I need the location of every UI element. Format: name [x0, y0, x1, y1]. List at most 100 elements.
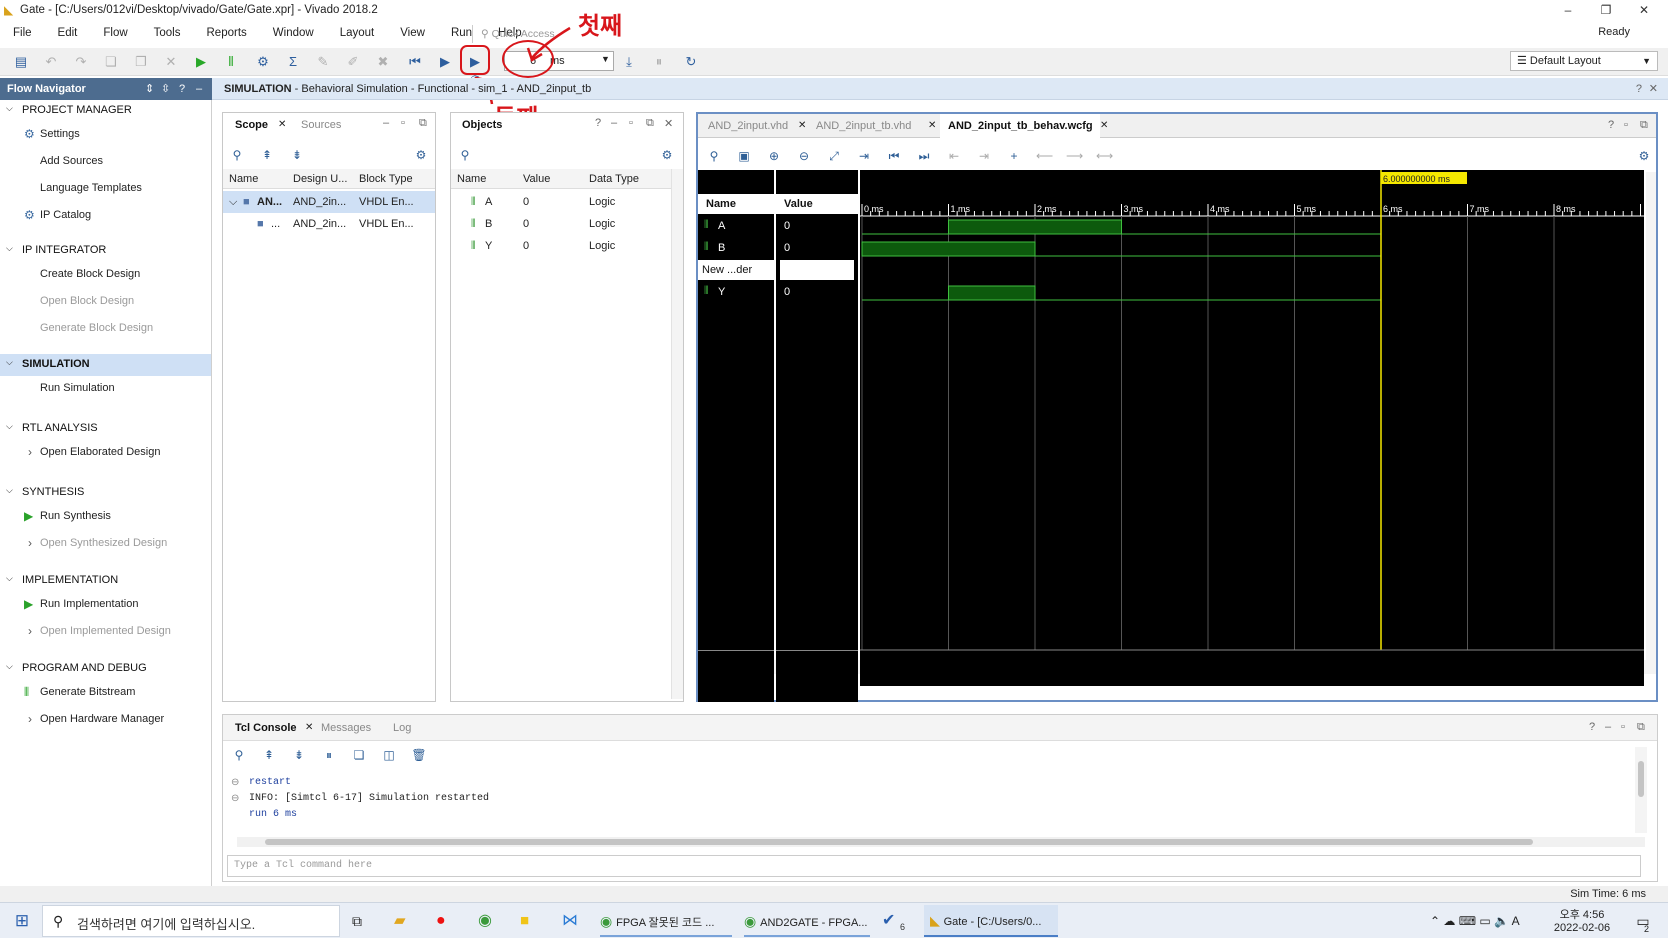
split-icon[interactable]: ◫ — [381, 747, 397, 763]
restart-sim-icon[interactable]: ⏮ — [406, 53, 424, 71]
collapse-all-icon[interactable]: ⇞ — [261, 747, 277, 763]
tab-and-2input-tb-vhd[interactable]: AND_2input_tb.vhd — [810, 114, 917, 138]
goto-start-icon[interactable]: ⏮ — [886, 148, 902, 164]
table-row[interactable]: ⌵ ■ AN... AND_2in... VHDL En... — [223, 191, 435, 213]
menu-tools[interactable]: Tools — [154, 27, 181, 39]
task-view-icon[interactable]: ⧉ — [352, 905, 372, 937]
float-icon[interactable]: ⧉ — [1637, 721, 1645, 734]
notification-icon[interactable]: ▭ 2 — [1630, 905, 1656, 937]
gear-icon[interactable]: ⚙ — [413, 147, 429, 163]
section-project-manager[interactable]: PROJECT MANAGER — [22, 104, 132, 116]
close-icon[interactable]: ✕ — [278, 119, 286, 130]
float-icon[interactable]: ⧉ — [1640, 119, 1648, 132]
float-icon[interactable]: ⧉ — [419, 117, 427, 130]
sticky-notes-icon[interactable]: ■ — [520, 905, 540, 937]
tab-wcfg[interactable]: AND_2input_tb_behav.wcfg — [942, 114, 1099, 138]
cancel-icon[interactable]: ✖ — [374, 53, 392, 71]
check-app-icon[interactable]: ✔ 6 — [882, 905, 912, 937]
prev-marker-icon[interactable]: ⟵ — [1036, 148, 1053, 164]
collapse-icon[interactable]: ⊖ — [231, 777, 239, 788]
nav-item-open-synthesized-design[interactable]: Open Synthesized Design — [40, 537, 167, 549]
menu-reports[interactable]: Reports — [207, 27, 247, 39]
tab-messages[interactable]: Messages — [315, 716, 377, 740]
nav-item-run-simulation[interactable]: Run Simulation — [40, 382, 115, 394]
section-ip-integrator[interactable]: IP INTEGRATOR — [22, 244, 106, 256]
file-explorer-icon[interactable]: ▰ — [394, 905, 414, 937]
table-row[interactable]: ⫴ A 0 Logic — [451, 191, 669, 213]
signal-name-b[interactable]: B — [698, 238, 774, 258]
nav-item-generate-block-design[interactable]: Generate Block Design — [40, 322, 153, 334]
clock[interactable]: 오후 4:56 2022-02-06 — [1552, 906, 1612, 934]
close-icon[interactable]: ✕ — [664, 117, 673, 130]
float-icon[interactable]: ⧉ — [646, 117, 654, 130]
undo-icon[interactable]: ↶ — [42, 53, 60, 71]
help-icon[interactable]: ? — [1636, 78, 1642, 100]
help-icon[interactable]: ? — [179, 78, 185, 100]
close-icon[interactable]: ✕ — [798, 120, 806, 131]
goto-cursor-icon[interactable]: ⇥ — [856, 148, 872, 164]
search-icon[interactable]: ⚲ — [706, 148, 722, 164]
taskbar-vivado[interactable]: ◣ Gate - [C:/Users/0... — [924, 905, 1058, 937]
table-row[interactable]: ■ ... AND_2in... VHDL En... — [223, 213, 435, 235]
taskbar-chrome-fpga[interactable]: ◉ FPGA 잘못된 코드 ... — [600, 905, 732, 937]
step-icon[interactable]: ⤓ — [620, 53, 638, 71]
chevron-down-icon[interactable]: ⌵ — [6, 573, 13, 584]
layout-select[interactable]: ☰ Default Layout ▼ — [1510, 51, 1658, 71]
delete-icon[interactable]: ✕ — [162, 53, 180, 71]
section-implementation[interactable]: IMPLEMENTATION — [22, 574, 118, 586]
relaunch-icon[interactable]: ↻ — [682, 53, 700, 71]
break-icon[interactable]: ⏸ — [650, 53, 668, 71]
paste-icon[interactable]: ❐ — [132, 53, 150, 71]
minimize-icon[interactable]: – — [1605, 721, 1611, 733]
settings-gear-icon[interactable]: ⚙ — [254, 53, 272, 71]
help-icon[interactable]: ? — [1608, 119, 1614, 131]
waveform-canvas[interactable]: 0 ms 1 ms 2 ms 3 ms 4 ms 5 ms 6 ms 7 ms 8 ms 6.00… — [860, 170, 1644, 686]
nav-item-language-templates[interactable]: Language Templates — [40, 182, 142, 194]
gear-icon[interactable]: ⚙ — [659, 147, 675, 163]
section-program-and-debug[interactable]: PROGRAM AND DEBUG — [22, 662, 147, 674]
chevron-down-icon[interactable]: ⌵ — [6, 243, 13, 254]
signal-name-y[interactable]: Y — [698, 282, 774, 302]
open-project-icon[interactable]: ▤ — [12, 53, 30, 71]
chevron-down-icon[interactable]: ⌵ — [6, 357, 13, 368]
divider-row[interactable]: New ...der — [698, 260, 774, 280]
close-icon[interactable]: ✕ — [1100, 120, 1108, 131]
nav-item-generate-bitstream[interactable]: Generate Bitstream — [40, 686, 135, 698]
tab-and-2input-vhd[interactable]: AND_2input.vhd — [702, 114, 794, 138]
maximize-icon[interactable]: ▫ — [1624, 119, 1628, 131]
taskbar-search[interactable]: ⚲ 검색하려면 여기에 입력하십시오. — [42, 905, 340, 937]
clear-icon[interactable]: 🗑 — [411, 747, 427, 763]
signal-name-a[interactable]: A — [698, 216, 774, 236]
console-horizontal-scrollbar[interactable] — [237, 837, 1645, 847]
goto-end-icon[interactable]: ⏭ — [916, 148, 932, 164]
search-icon[interactable]: ⚲ — [457, 147, 473, 163]
minimize-icon[interactable]: – — [383, 117, 389, 129]
menu-layout[interactable]: Layout — [340, 27, 375, 39]
chevron-down-icon[interactable]: ⌵ — [6, 421, 13, 432]
help-icon[interactable]: ? — [595, 117, 601, 129]
run-all-icon[interactable]: ▶ — [436, 53, 454, 71]
nav-item-open-block-design[interactable]: Open Block Design — [40, 295, 134, 307]
collapse-icon[interactable]: ⊖ — [231, 793, 239, 804]
tab-tcl-console[interactable]: Tcl Console — [229, 716, 303, 740]
nav-item-add-sources[interactable]: Add Sources — [40, 155, 103, 167]
expand-all-icon[interactable]: ⇟ — [289, 147, 305, 163]
tab-scope[interactable]: Scope — [229, 113, 274, 137]
nav-item-open-implemented-design[interactable]: Open Implemented Design — [40, 625, 171, 637]
expand-icon[interactable]: ⌵ — [229, 191, 237, 213]
chrome-icon[interactable]: ◉ — [478, 905, 498, 937]
zoom-fit-icon[interactable]: ⤢ — [826, 148, 842, 164]
swap-cursors-icon[interactable]: ⟷ — [1096, 148, 1113, 164]
console-vertical-scrollbar[interactable] — [1635, 747, 1647, 833]
chevron-down-icon[interactable]: ▼ — [601, 54, 610, 64]
next-edge-icon[interactable]: ⇥ — [976, 148, 992, 164]
close-icon[interactable]: ✕ — [928, 120, 936, 131]
collapse-icon[interactable]: ⇕ — [145, 78, 154, 100]
next-marker-icon[interactable]: ⟶ — [1066, 148, 1083, 164]
maximize-icon[interactable]: ▫ — [1621, 721, 1625, 733]
minimize-button[interactable]: – — [1550, 0, 1586, 20]
tab-sources[interactable]: Sources — [295, 113, 347, 137]
tray-icons[interactable]: ⌃ ☁ ⌨ ▭ 🔈 A — [1430, 905, 1520, 937]
prev-edge-icon[interactable]: ⇤ — [946, 148, 962, 164]
nav-item-ip-catalog[interactable]: IP Catalog — [40, 209, 91, 221]
